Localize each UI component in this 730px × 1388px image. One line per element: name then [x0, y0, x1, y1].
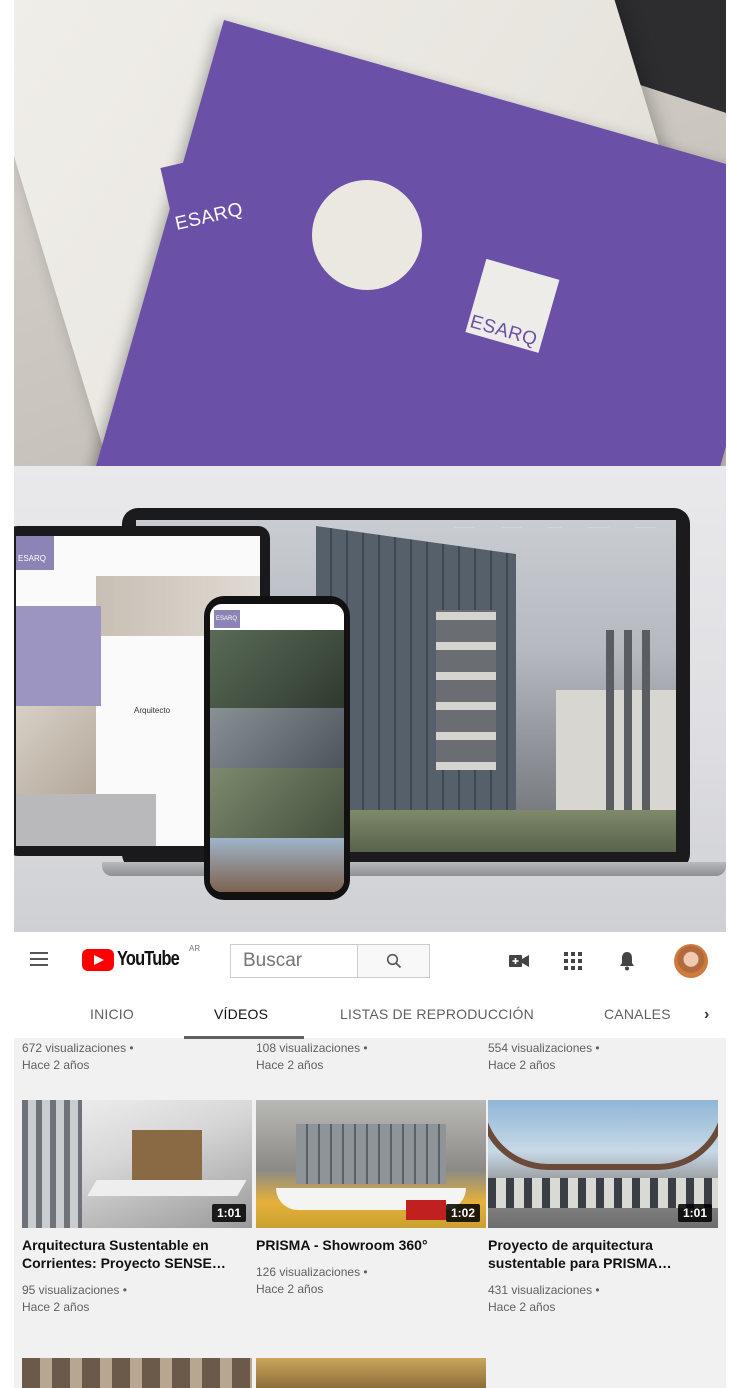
- video-thumbnail[interactable]: 1:01: [488, 1100, 718, 1228]
- phone-screen: ESARQ: [210, 604, 344, 892]
- search-input[interactable]: [230, 944, 358, 978]
- devices-photo: ——— ——— —— ——— ——— ESARQ Arquitecto ESARQ: [14, 466, 726, 932]
- youtube-logo[interactable]: YouTube: [82, 948, 193, 971]
- region-code: AR: [189, 944, 201, 953]
- prev-video-meta-1: 672 visualizaciones • Hace 2 años: [22, 1041, 134, 1072]
- building-pipes: [606, 630, 614, 810]
- folder-photo: — — — — — — ESARQ ESARQ: [14, 0, 726, 466]
- tab-canales[interactable]: CANALES: [604, 1006, 671, 1022]
- video-thumbnail[interactable]: 1:02: [256, 1100, 486, 1228]
- youtube-play-icon: [82, 948, 114, 971]
- video-meta: 95 visualizaciones • Hace 2 años: [22, 1283, 127, 1314]
- tab-inicio[interactable]: INICIO: [90, 1006, 134, 1022]
- building-balconies: [436, 610, 496, 770]
- youtube-wordmark: YouTube: [117, 948, 180, 970]
- create-video-icon[interactable]: [508, 950, 530, 972]
- menu-icon[interactable]: [30, 952, 48, 966]
- channel-tabs: INICIO VÍDEOS LISTAS DE REPRODUCCIÓN CAN…: [14, 990, 726, 1038]
- video-thumbnail[interactable]: 1:01: [22, 1100, 252, 1228]
- video-duration: 1:01: [677, 1204, 712, 1222]
- smartphone: ESARQ: [204, 596, 350, 900]
- laptop-base: [102, 862, 726, 876]
- youtube-channel-page: YouTube AR Buscar INICIO VÍDEOS LISTAS D…: [14, 932, 726, 1388]
- video-meta: 126 visualizaciones • Hace 2 años: [256, 1265, 368, 1296]
- search-icon: [386, 953, 401, 969]
- video-thumbnail[interactable]: [22, 1358, 252, 1388]
- tablet-logo: ESARQ: [18, 554, 47, 563]
- youtube-header: YouTube AR: [14, 932, 726, 990]
- laptop-nav: ——— ——— —— ——— ———: [454, 524, 656, 531]
- video-title[interactable]: PRISMA - Showroom 360°: [256, 1236, 480, 1254]
- search-button[interactable]: [358, 944, 430, 978]
- prev-video-meta-3: 554 visualizaciones • Hace 2 años: [488, 1041, 600, 1072]
- phone-logo: ESARQ: [216, 616, 238, 622]
- video-title[interactable]: Arquitectura Sustentable en Corrientes: …: [22, 1236, 246, 1272]
- tab-videos[interactable]: VÍDEOS: [214, 1006, 268, 1022]
- apps-grid-icon[interactable]: [562, 950, 584, 972]
- tab-listas[interactable]: LISTAS DE REPRODUCCIÓN: [340, 1006, 534, 1022]
- video-duration: 1:02: [445, 1204, 480, 1222]
- avatar[interactable]: [674, 944, 708, 978]
- prev-video-meta-2: 108 visualizaciones • Hace 2 años: [256, 1041, 368, 1072]
- video-duration: 1:01: [211, 1204, 246, 1222]
- video-thumbnail[interactable]: [256, 1358, 486, 1388]
- tabs-next-chevron-icon[interactable]: ›: [704, 1006, 709, 1024]
- active-tab-indicator: [184, 1036, 304, 1039]
- tablet-heading: Arquitecto: [134, 706, 171, 715]
- video-meta: 431 visualizaciones • Hace 2 años: [488, 1283, 600, 1314]
- folder-notch: [312, 180, 422, 290]
- notifications-icon[interactable]: [616, 950, 638, 972]
- video-title[interactable]: Proyecto de arquitectura sustentable par…: [488, 1236, 712, 1272]
